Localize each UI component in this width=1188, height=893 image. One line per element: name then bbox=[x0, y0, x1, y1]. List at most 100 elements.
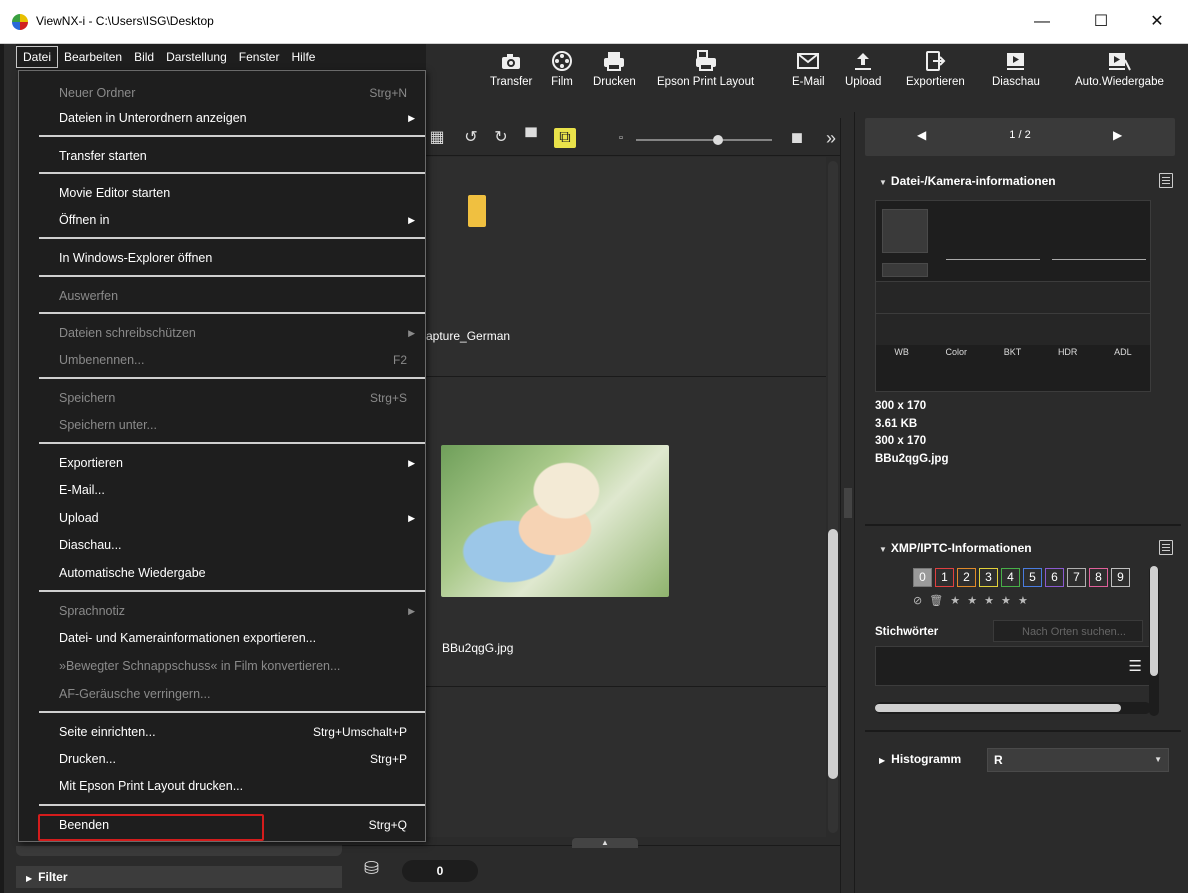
color-label-3[interactable]: 3 bbox=[979, 568, 998, 587]
maximize-button[interactable]: ☐ bbox=[1078, 8, 1124, 36]
menu-item-exportieren[interactable]: Exportieren ▶ bbox=[39, 451, 425, 475]
menu-separator bbox=[39, 711, 425, 713]
bottom-toolbar: ▲ ⛁ 0 bbox=[342, 838, 840, 893]
menu-item-öffnen-in[interactable]: Öffnen in ▶ bbox=[39, 208, 425, 232]
photo-thumbnail-image[interactable] bbox=[441, 445, 669, 597]
minimize-button[interactable]: — bbox=[1019, 8, 1065, 36]
transfer-button[interactable]: Transfer bbox=[490, 50, 532, 88]
xmp-list-icon[interactable] bbox=[1159, 540, 1173, 555]
paint-bucket-icon[interactable]: ⛁ bbox=[364, 858, 386, 882]
info-list-icon[interactable] bbox=[1159, 173, 1173, 188]
email-button[interactable]: E-Mail bbox=[792, 50, 825, 88]
camera-mode-box bbox=[882, 209, 928, 253]
xmp-hscrollbar[interactable] bbox=[875, 702, 1151, 714]
filter-section[interactable]: ▶ Filter bbox=[16, 866, 342, 888]
keywords-box[interactable]: ☰ bbox=[875, 646, 1151, 686]
histogram-section: ▶ Histogramm R ▼ bbox=[865, 740, 1181, 780]
folder-thumbnail[interactable]: apture_German bbox=[426, 157, 826, 377]
upload-icon bbox=[855, 53, 872, 70]
menu-item-automatische-wiedergabe[interactable]: Automatische Wiedergabe bbox=[39, 561, 425, 585]
file-name: BBu2qgG.jpg bbox=[875, 452, 949, 465]
menu-item-transfer-starten[interactable]: Transfer starten bbox=[39, 144, 425, 168]
menu-item-label: Neuer Ordner bbox=[59, 86, 136, 100]
menu-darstellung[interactable]: Darstellung bbox=[160, 47, 233, 67]
menu-item-label: Speichern unter... bbox=[59, 418, 157, 432]
file-size: 3.61 KB bbox=[875, 417, 918, 430]
menu-hilfe[interactable]: Hilfe bbox=[285, 47, 321, 67]
view-mode-icon[interactable]: ▦ bbox=[426, 128, 448, 148]
histogram-header[interactable]: ▶ Histogramm bbox=[879, 752, 961, 766]
menu-item-label: Diaschau... bbox=[59, 538, 122, 552]
auto-playback-button[interactable]: Auto.Wiedergabe bbox=[1075, 50, 1164, 88]
epson-print-layout-button[interactable]: Epson Print Layout bbox=[657, 50, 754, 88]
xmp-vscrollbar[interactable] bbox=[1149, 566, 1159, 716]
menu-item-e-mail[interactable]: E-Mail... bbox=[39, 478, 425, 502]
stack-icon[interactable]: ▀ bbox=[520, 128, 542, 148]
upload-button[interactable]: Upload bbox=[845, 50, 881, 88]
thumbnail-scrollbar[interactable] bbox=[826, 157, 840, 837]
menu-item-in-windows-explorer-öffnen[interactable]: In Windows-Explorer öffnen bbox=[39, 246, 425, 270]
print-button[interactable]: Drucken bbox=[593, 50, 636, 88]
epson-printer-icon bbox=[695, 50, 716, 71]
thumbnail-size-slider[interactable] bbox=[632, 130, 776, 146]
menu-item-dateien-schreibschützen: Dateien schreibschützen ▶ bbox=[39, 321, 425, 345]
menu-item-datei-und-kamerainformationen-exportieren[interactable]: Datei- und Kamerainformationen exportier… bbox=[39, 626, 425, 650]
menu-item-diaschau[interactable]: Diaschau... bbox=[39, 533, 425, 557]
color-label-7[interactable]: 7 bbox=[1067, 568, 1086, 587]
menu-datei[interactable]: Datei bbox=[16, 46, 59, 68]
menu-fenster[interactable]: Fenster bbox=[233, 47, 286, 67]
thumbnail-grid: apture_German BBu2qgG.jpg bbox=[426, 157, 826, 837]
menu-item-label: Dateien schreibschützen bbox=[59, 326, 196, 340]
panel-splitter[interactable] bbox=[840, 118, 854, 893]
keyword-list-icon[interactable]: ☰ bbox=[1129, 657, 1142, 675]
xmp-hscroll-thumb[interactable] bbox=[875, 704, 1121, 712]
rating-stars[interactable]: ⊘ 🗑 ★ ★ ★ ★ ★ bbox=[913, 594, 1030, 607]
info-line bbox=[946, 259, 1040, 260]
color-label-4[interactable]: 4 bbox=[1001, 568, 1020, 587]
histogram-channel-select[interactable]: R ▼ bbox=[987, 748, 1169, 772]
menu-bearbeiten[interactable]: Bearbeiten bbox=[58, 47, 128, 67]
large-thumb-icon[interactable]: ◼ bbox=[786, 128, 808, 148]
small-thumb-icon[interactable]: ▫ bbox=[610, 128, 632, 148]
color-label-6[interactable]: 6 bbox=[1045, 568, 1064, 587]
next-arrow-icon[interactable]: ▶ bbox=[1113, 128, 1122, 142]
color-label-9[interactable]: 9 bbox=[1111, 568, 1130, 587]
menu-item-dateien-in-unterordnern-anzeigen[interactable]: Dateien in Unterordnern anzeigen ▶ bbox=[39, 106, 425, 130]
rotate-left-icon[interactable]: ↺ bbox=[460, 128, 482, 148]
color-label-2[interactable]: 2 bbox=[957, 568, 976, 587]
menu-item-drucken[interactable]: Drucken... Strg+P bbox=[39, 747, 425, 771]
menu-item-label: Seite einrichten... bbox=[59, 725, 156, 739]
auto-playback-icon bbox=[1109, 53, 1132, 71]
group-icon[interactable]: ⧉ bbox=[554, 128, 576, 148]
keywords-search-input[interactable]: Nach Orten suchen... bbox=[993, 620, 1143, 642]
color-label-5[interactable]: 5 bbox=[1023, 568, 1042, 587]
color-label-0[interactable]: 0 bbox=[913, 568, 932, 587]
slideshow-button[interactable]: Diaschau bbox=[992, 50, 1040, 88]
selection-counter: 0 bbox=[402, 860, 478, 882]
expand-up-arrow-icon[interactable]: ▲ bbox=[572, 838, 638, 848]
expand-chevron-icon[interactable]: » bbox=[820, 128, 842, 148]
rotate-right-icon[interactable]: ↻ bbox=[490, 128, 512, 148]
menu-item-shortcut: Strg+Q bbox=[368, 818, 407, 832]
close-button[interactable]: ✕ bbox=[1134, 8, 1180, 36]
menu-separator bbox=[39, 442, 425, 444]
submenu-arrow-icon: ▶ bbox=[408, 328, 415, 338]
collapse-right-arrow-icon[interactable] bbox=[844, 488, 852, 518]
scrollbar-thumb[interactable] bbox=[828, 529, 838, 779]
app-logo-icon bbox=[12, 14, 28, 30]
export-button[interactable]: Exportieren bbox=[906, 50, 965, 88]
color-label-8[interactable]: 8 bbox=[1089, 568, 1108, 587]
menu-item-movie-editor-starten[interactable]: Movie Editor starten bbox=[39, 181, 425, 205]
expand-triangle-icon: ▼ bbox=[879, 545, 887, 554]
camera-info-header[interactable]: ▼ Datei-/Kamera-informationen bbox=[865, 169, 1181, 193]
xmp-header[interactable]: ▼ XMP/IPTC-Informationen bbox=[865, 536, 1181, 560]
menu-item-mit-epson-print-layout-drucken[interactable]: Mit Epson Print Layout drucken... bbox=[39, 774, 425, 798]
left-panel-handle[interactable] bbox=[16, 846, 342, 856]
menu-bild[interactable]: Bild bbox=[128, 47, 160, 67]
menu-item-upload[interactable]: Upload ▶ bbox=[39, 506, 425, 530]
color-label-1[interactable]: 1 bbox=[935, 568, 954, 587]
menu-item-label: E-Mail... bbox=[59, 483, 105, 497]
menu-item-seite-einrichten[interactable]: Seite einrichten... Strg+Umschalt+P bbox=[39, 720, 425, 744]
xmp-vscroll-thumb[interactable] bbox=[1150, 566, 1158, 676]
film-button[interactable]: Film bbox=[550, 50, 574, 88]
